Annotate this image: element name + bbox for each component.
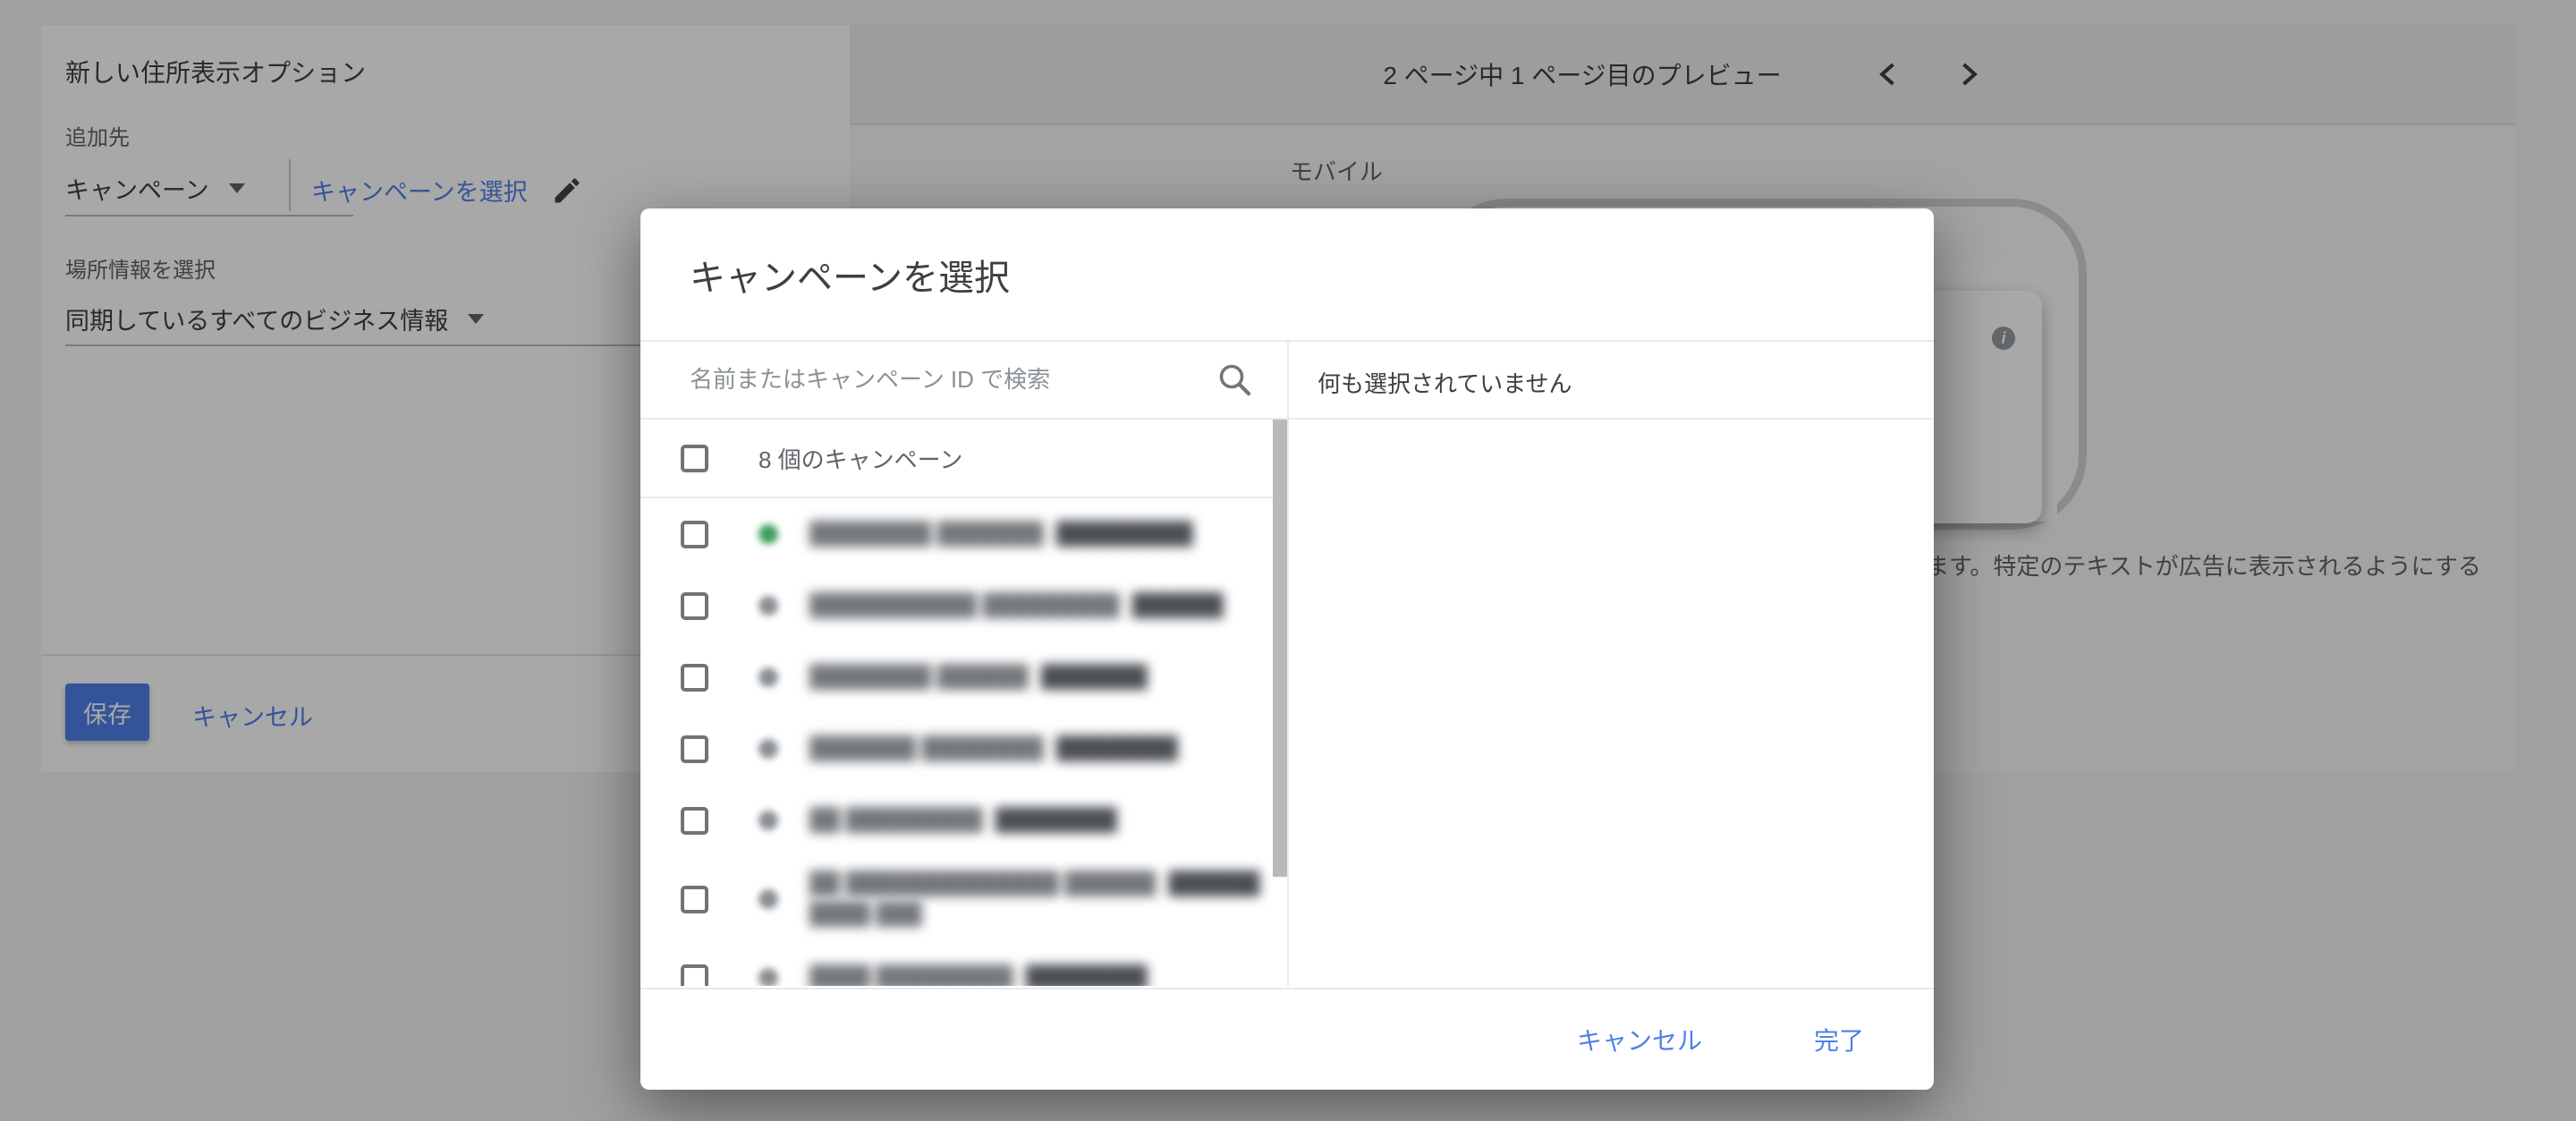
campaign-name-redacted: ████ ███ — [809, 899, 1259, 930]
select-campaign-dialog: キャンペーンを選択 何も選択されていません 8 個のキャンペーン — [640, 208, 1934, 1090]
dialog-title: キャンペーンを選択 — [690, 249, 1010, 301]
row-checkbox[interactable] — [681, 735, 708, 763]
row-checkbox[interactable] — [681, 807, 708, 835]
search-row — [640, 342, 1287, 418]
select-all-checkbox[interactable] — [681, 445, 708, 472]
campaign-row[interactable]: ███████████ ███████████████ — [640, 570, 1287, 641]
campaign-name-redacted: ████ █████████████████ — [809, 963, 1148, 986]
campaign-name-redacted: ███████████ ███████████████ — [809, 590, 1224, 621]
campaign-name-redacted: ██ ██████████████ ████████████ — [809, 869, 1259, 899]
campaign-row[interactable]: ████████ █████████████ — [640, 641, 1287, 713]
dialog-title-row: キャンペーンを選択 — [640, 208, 1934, 340]
dialog-cancel-button[interactable]: キャンセル — [1577, 1022, 1702, 1057]
status-dot — [758, 524, 778, 544]
row-checkbox[interactable] — [681, 592, 708, 620]
status-dot — [758, 667, 778, 687]
campaign-name-redacted: ████████ ████████████████ — [809, 519, 1193, 549]
row-checkbox[interactable] — [681, 521, 708, 548]
status-dot — [758, 968, 778, 986]
campaign-row[interactable]: ████████ ████████████████ — [640, 498, 1287, 570]
status-dot — [758, 596, 778, 616]
dialog-done-button[interactable]: 完了 — [1814, 1022, 1864, 1057]
row-checkbox[interactable] — [681, 886, 708, 913]
search-input[interactable] — [640, 342, 1213, 418]
selection-status: 何も選択されていません — [1318, 366, 1572, 399]
row-checkbox[interactable] — [681, 664, 708, 692]
campaign-row[interactable]: ██ ██████████████ ████████████ ████ ███ — [640, 856, 1287, 942]
campaign-row[interactable]: ████ █████████████████ — [640, 942, 1287, 986]
dialog-body: 何も選択されていません 8 個のキャンペーン ████████ ████████… — [640, 342, 1934, 986]
campaign-list: 8 個のキャンペーン ████████ ████████████████ ███… — [640, 420, 1287, 986]
dialog-footer: キャンセル 完了 — [640, 988, 1934, 1090]
status-dot — [758, 739, 778, 759]
status-dot — [758, 811, 778, 830]
page: 新しい住所表示オプション 追加先 キャンペーン キャンペーンを選択 場所情報を選… — [0, 0, 2576, 1121]
search-icon[interactable] — [1216, 361, 1254, 399]
status-dot — [758, 889, 778, 909]
campaign-name-redacted: ██ █████████████████ — [809, 805, 1117, 836]
campaign-row[interactable]: ███████ ████████████████ — [640, 713, 1287, 785]
campaign-row[interactable]: ██ █████████████████ — [640, 785, 1287, 856]
row-checkbox[interactable] — [681, 964, 708, 987]
campaign-name-redacted: ████████ █████████████ — [809, 662, 1148, 692]
campaign-list-header: 8 個のキャンペーン — [640, 420, 1287, 498]
campaign-name-redacted: ███████ ████████████████ — [809, 734, 1178, 764]
campaign-count-label: 8 個のキャンペーン — [758, 442, 962, 475]
list-scrollbar-thumb[interactable] — [1273, 420, 1287, 877]
column-divider — [1287, 342, 1289, 986]
